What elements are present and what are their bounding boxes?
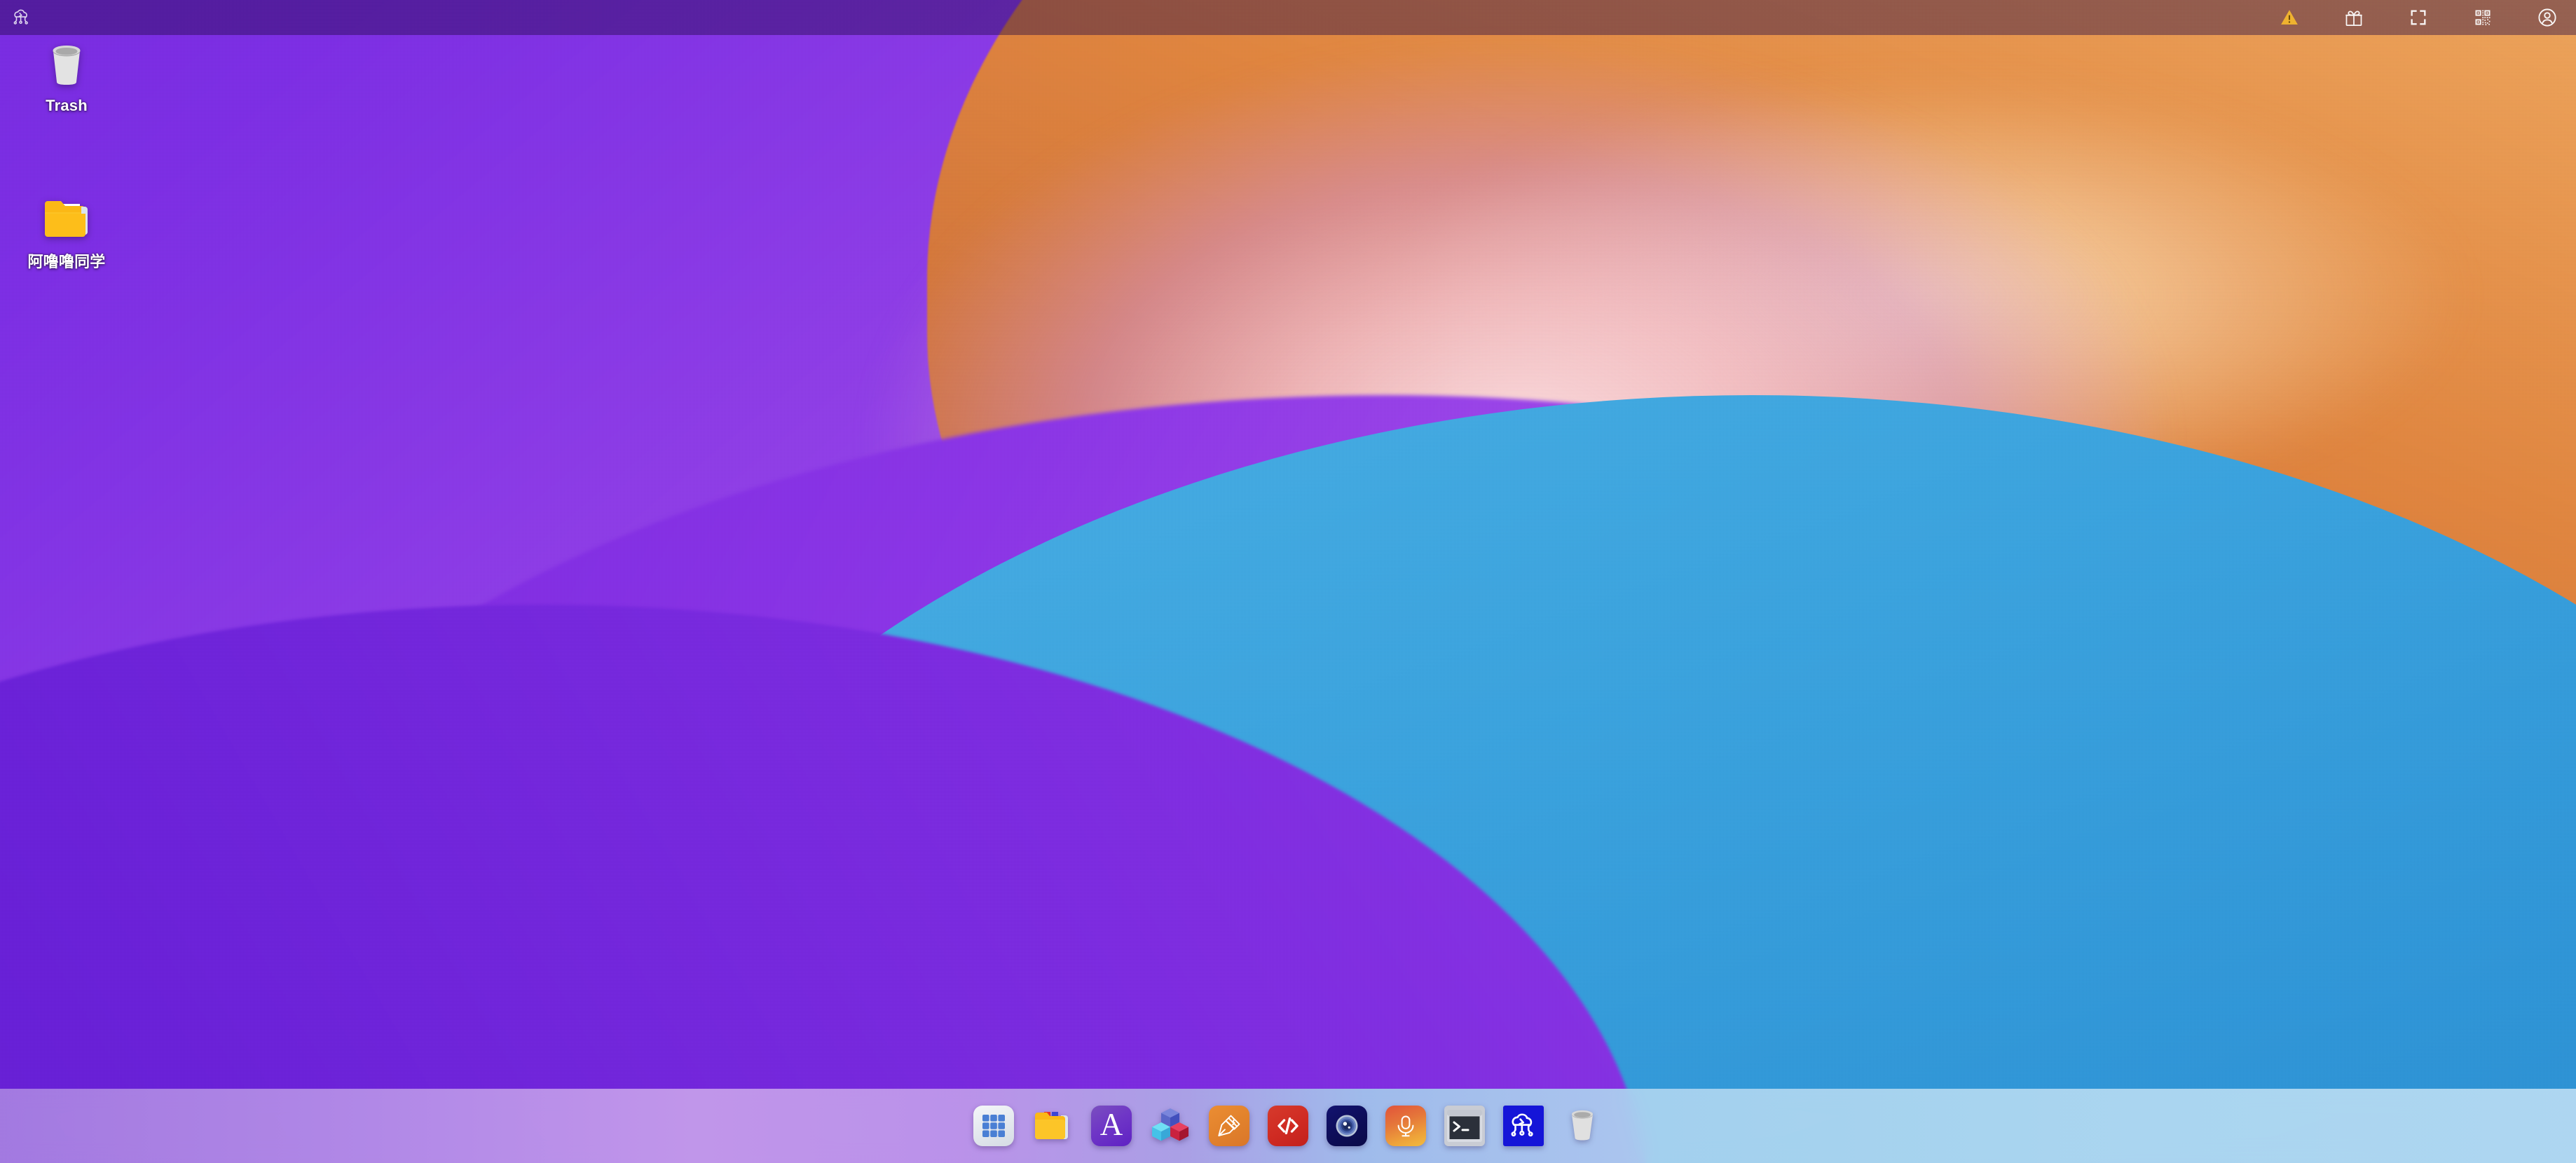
microphone-icon — [1385, 1106, 1426, 1146]
dock-item-audio-recorder[interactable] — [1384, 1104, 1427, 1148]
dock-item-paint-app[interactable] — [1207, 1104, 1251, 1148]
letter-a-icon: A — [1091, 1106, 1132, 1146]
top-bar-right-group — [2277, 6, 2559, 29]
dock-item-terminal[interactable] — [1443, 1104, 1486, 1148]
desktop-icon-folder[interactable]: 阿噜噜同学 — [14, 189, 119, 272]
dock-item-app-launcher[interactable] — [972, 1104, 1015, 1148]
dock-item-package-manager[interactable] — [1149, 1104, 1192, 1148]
fullscreen-icon[interactable] — [2406, 6, 2430, 29]
cubes-icon — [1151, 1106, 1189, 1146]
terminal-icon — [1444, 1106, 1485, 1146]
trash-icon — [1566, 1106, 1599, 1146]
desktop-wallpaper — [0, 0, 2576, 1163]
desktop-icon-trash[interactable]: Trash — [14, 36, 119, 115]
qrcode-icon[interactable] — [2471, 6, 2495, 29]
folder-icon — [1033, 1106, 1072, 1146]
dock: A — [0, 1089, 2576, 1163]
warning-icon[interactable] — [2277, 6, 2301, 29]
grid-icon — [973, 1106, 1014, 1146]
wallpaper-noise-overlay — [0, 0, 2576, 1163]
dock-item-font-manager[interactable]: A — [1090, 1104, 1133, 1148]
camera-icon — [1327, 1106, 1367, 1146]
dock-item-camera-app[interactable] — [1325, 1104, 1369, 1148]
desktop-icon-folder-label: 阿噜噜同学 — [27, 253, 106, 270]
cloud-network-icon — [1503, 1106, 1544, 1146]
dock-item-code-editor[interactable] — [1266, 1104, 1310, 1148]
cloud-network-logo-icon[interactable] — [10, 6, 34, 29]
top-bar — [0, 0, 2576, 35]
folder-icon — [39, 189, 95, 245]
paintbrush-icon — [1209, 1106, 1249, 1146]
desktop-icon-trash-label: Trash — [46, 97, 88, 114]
gift-icon[interactable] — [2342, 6, 2366, 29]
dock-item-cloud-app[interactable] — [1502, 1104, 1545, 1148]
top-bar-left-group — [10, 6, 34, 29]
trash-icon — [39, 36, 95, 92]
dock-item-file-manager[interactable] — [1031, 1104, 1074, 1148]
dock-item-trash[interactable] — [1561, 1104, 1604, 1148]
account-icon[interactable] — [2535, 6, 2559, 29]
code-icon — [1268, 1106, 1308, 1146]
